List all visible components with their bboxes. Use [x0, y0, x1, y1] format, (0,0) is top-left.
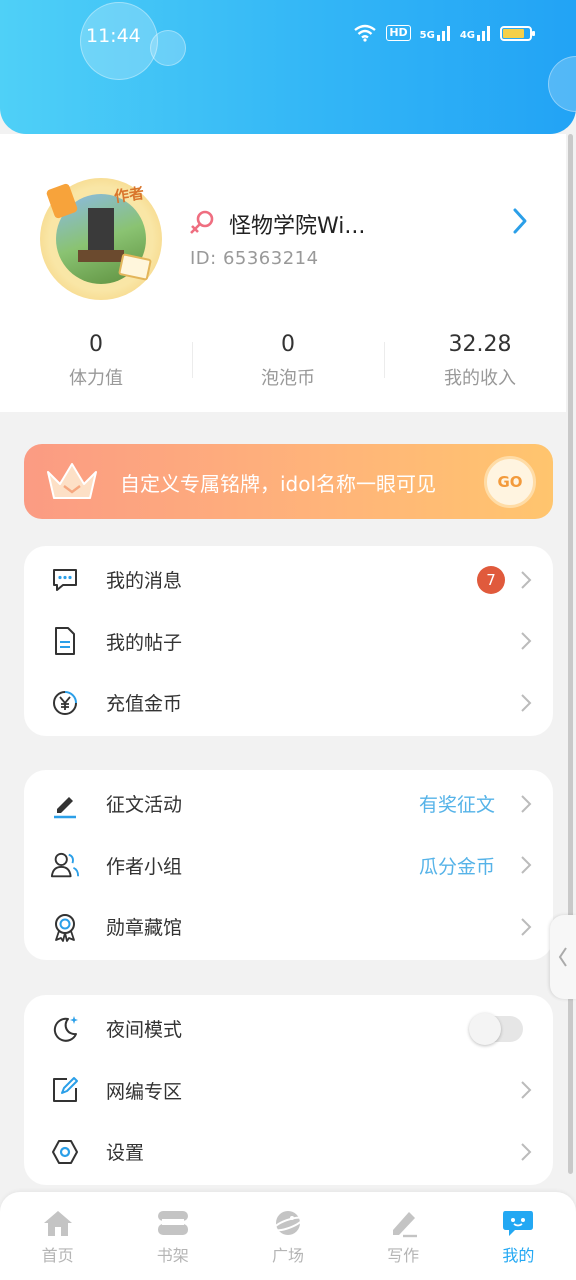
chevron-right-icon — [521, 632, 532, 650]
header-banner: 11:44 HD 5G 4G — [0, 0, 576, 134]
chevron-left-icon — [558, 947, 567, 967]
profile-section: 作者 怪物学院Wi... ID: 65363214 0 体力值 0 泡泡币 32… — [0, 134, 566, 412]
write-icon — [386, 1208, 420, 1238]
bottom-tab-bar: 首页 书架 广场 写作 我的 — [0, 1192, 576, 1280]
chevron-right-icon — [521, 918, 532, 936]
menu-extra-text: 有奖征文 — [418, 794, 495, 817]
stat-bubble-coins[interactable]: 0 泡泡币 — [192, 330, 384, 390]
pen-icon — [50, 789, 80, 819]
stat-stamina[interactable]: 0 体力值 — [0, 330, 192, 390]
menu-item-messages[interactable]: 我的消息 7 — [24, 549, 553, 611]
medal-icon — [50, 912, 80, 942]
chevron-right-icon — [521, 1081, 532, 1099]
planet-icon — [271, 1208, 305, 1238]
message-icon — [50, 565, 80, 595]
night-mode-toggle[interactable] — [469, 1012, 523, 1045]
home-icon — [41, 1208, 75, 1238]
menu-item-editor-zone[interactable]: 网编专区 — [24, 1060, 553, 1122]
chevron-right-icon — [521, 1143, 532, 1161]
menu-card-author: 征文活动 有奖征文 作者小组 瓜分金币 勋章藏馆 — [24, 770, 553, 960]
menu-item-medal-hall[interactable]: 勋章藏馆 — [24, 896, 553, 958]
username[interactable]: 怪物学院Wi... — [229, 208, 365, 240]
yen-coin-icon — [50, 688, 80, 718]
bookshelf-icon — [156, 1208, 190, 1238]
female-icon — [190, 210, 214, 234]
group-icon — [50, 850, 80, 880]
hd-voice-icon: HD — [386, 25, 411, 41]
chevron-right-icon — [521, 694, 532, 712]
settings-icon — [50, 1137, 80, 1167]
chevron-right-icon[interactable] — [510, 206, 530, 236]
stat-income[interactable]: 32.28 我的收入 — [384, 330, 576, 390]
user-id: ID: 65363214 — [190, 248, 319, 269]
go-button[interactable]: GO — [484, 456, 536, 508]
author-tag: 作者 — [112, 183, 146, 206]
unread-badge: 7 — [477, 565, 505, 594]
status-icons: HD 5G 4G — [353, 24, 535, 42]
menu-extra-text: 瓜分金币 — [418, 855, 495, 878]
tab-mine[interactable]: 我的 — [461, 1192, 576, 1280]
decor-bubble — [548, 56, 576, 112]
stats-row: 0 体力值 0 泡泡币 32.28 我的收入 — [0, 330, 576, 390]
chevron-right-icon — [521, 571, 532, 589]
battery-icon — [500, 25, 535, 41]
menu-item-settings[interactable]: 设置 — [24, 1121, 553, 1183]
nameplate-promo-banner[interactable]: 自定义专属铭牌，idol名称一眼可见 GO — [24, 444, 553, 519]
menu-item-essay-event[interactable]: 征文活动 有奖征文 — [24, 773, 553, 835]
promo-text: 自定义专属铭牌，idol名称一眼可见 — [120, 472, 437, 496]
menu-item-author-group[interactable]: 作者小组 瓜分金币 — [24, 835, 553, 897]
scrollbar[interactable] — [568, 134, 573, 1174]
crown-icon — [47, 463, 97, 499]
signal-5g-icon: 5G — [420, 25, 451, 41]
menu-item-recharge[interactable]: 充值金币 — [24, 672, 553, 734]
wifi-icon — [354, 24, 377, 42]
side-panel-handle[interactable] — [550, 915, 576, 999]
tab-write[interactable]: 写作 — [346, 1192, 461, 1280]
tab-plaza[interactable]: 广场 — [230, 1192, 345, 1280]
menu-item-night-mode[interactable]: 夜间模式 — [24, 998, 553, 1060]
menu-card-settings: 夜间模式 网编专区 设置 — [24, 995, 553, 1185]
tab-home[interactable]: 首页 — [0, 1192, 115, 1280]
moon-icon — [50, 1014, 80, 1044]
menu-item-posts[interactable]: 我的帖子 — [24, 611, 553, 673]
chat-bubble-icon — [501, 1208, 535, 1238]
edit-box-icon — [50, 1075, 80, 1105]
document-icon — [50, 626, 80, 656]
chevron-right-icon — [521, 856, 532, 874]
chevron-right-icon — [521, 795, 532, 813]
status-time: 11:44 — [86, 25, 141, 47]
menu-card-account: 我的消息 7 我的帖子 充值金币 — [24, 546, 553, 736]
decor-bubble — [150, 30, 186, 66]
tab-bookshelf[interactable]: 书架 — [115, 1192, 230, 1280]
signal-4g-icon: 4G — [460, 25, 491, 41]
avatar[interactable]: 作者 — [34, 170, 180, 308]
